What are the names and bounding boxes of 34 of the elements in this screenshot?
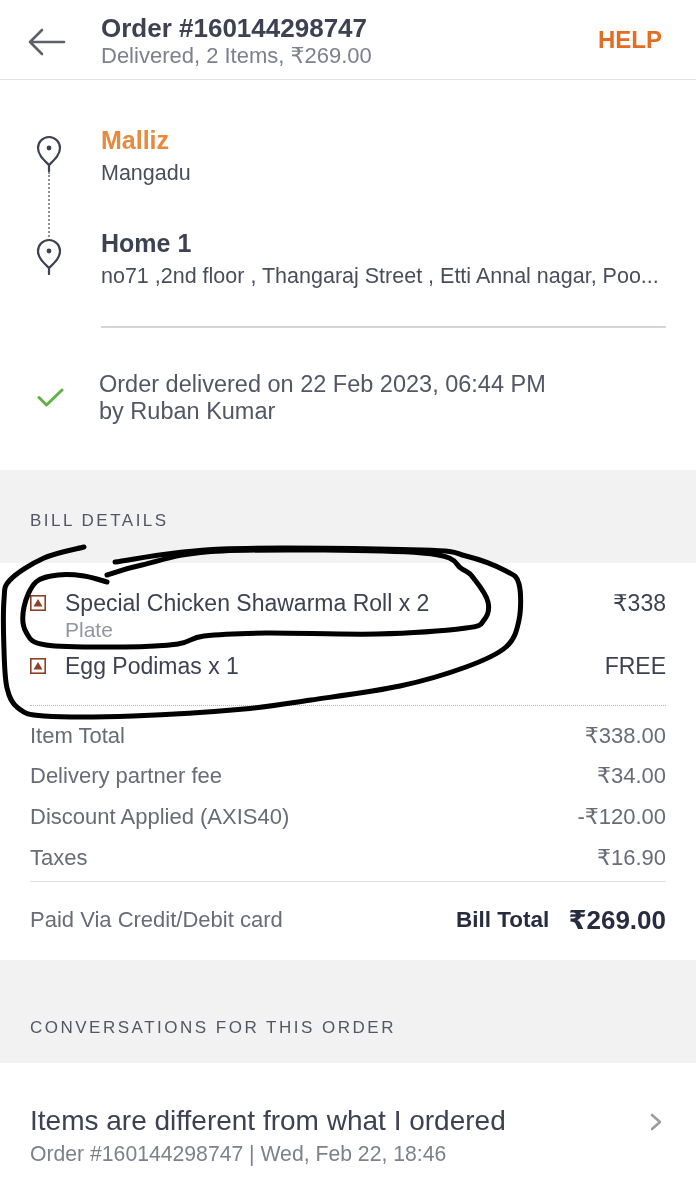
location-pin-icon	[34, 237, 63, 275]
bill-total-amount: ₹269.00	[568, 904, 666, 937]
item-price: ₹338	[613, 588, 666, 617]
charge-label: Delivery partner fee	[30, 762, 222, 791]
restaurant-locality: Mangadu	[101, 160, 192, 187]
conversation-title: Items are different from what I ordered	[30, 1105, 507, 1138]
address-text: no71 ,2nd floor , Thangaraj Street , Etti Annal nagar, Poo...	[101, 263, 660, 290]
item-price: FREE	[604, 651, 666, 680]
route-connector-line	[47, 172, 50, 237]
charge-label: Taxes	[30, 843, 88, 872]
charge-label: Item Total	[30, 721, 125, 750]
restaurant-name: Malliz	[101, 125, 171, 155]
section-heading: CONVERSATIONS FOR THIS ORDER	[30, 1018, 397, 1039]
address-label: Home 1	[101, 228, 193, 258]
charge-amount: ₹16.90	[596, 843, 666, 872]
item-name: Egg Podimas x 1	[65, 651, 240, 680]
delivery-status-text: Order delivered on 22 Feb 2023, 06:44 PM	[99, 370, 546, 398]
order-title: Order #160144298747	[101, 12, 368, 43]
conversation-meta: Order #160144298747 | Wed, Feb 22, 18:46	[30, 1141, 448, 1168]
payment-method-text: Paid Via Credit/Debit card	[30, 906, 283, 935]
charge-amount: -₹120.00	[577, 802, 666, 831]
charge-amount: ₹338.00	[584, 721, 666, 750]
section-heading: BILL DETAILS	[30, 510, 170, 531]
delivery-agent-text: by Ruban Kumar	[99, 397, 277, 425]
item-variant: Plate	[65, 617, 114, 642]
charge-amount: ₹34.00	[596, 762, 666, 791]
bill-total-label: Bill Total	[456, 906, 550, 935]
conversation-item[interactable]: Items are different from what I ordered Order #160144298747 | Wed, Feb 22, 18:46	[0, 1063, 696, 1168]
chevron-right-icon	[650, 1113, 662, 1132]
charge-label: Discount Applied (AXIS40)	[30, 802, 290, 831]
item-name: Special Chicken Shawarma Roll x 2	[65, 588, 431, 617]
location-pin-icon	[34, 134, 63, 172]
back-arrow-icon[interactable]	[28, 27, 66, 56]
order-summary: Delivered, 2 Items, ₹269.00	[101, 42, 373, 69]
